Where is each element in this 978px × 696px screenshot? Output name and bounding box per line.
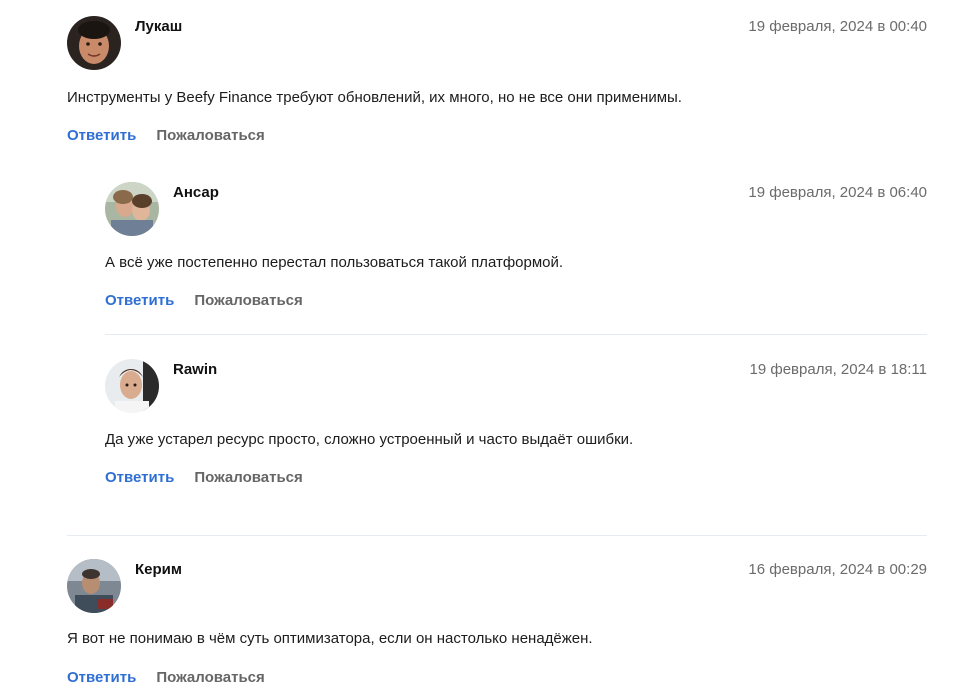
reply-button[interactable]: Ответить <box>67 669 136 686</box>
comment-item: Керим 16 февраля, 2024 в 00:29 Я вот не … <box>67 559 927 696</box>
report-button[interactable]: Пожаловаться <box>156 127 264 144</box>
report-button[interactable]: Пожаловаться <box>194 292 302 309</box>
comment-actions: Ответить Пожаловаться <box>67 669 265 686</box>
reply-button[interactable]: Ответить <box>67 127 136 144</box>
reply-button[interactable]: Ответить <box>105 292 174 309</box>
comment-author[interactable]: Лукаш <box>135 18 182 35</box>
comment-author[interactable]: Ансар <box>173 184 219 201</box>
comment-date: 19 февраля, 2024 в 18:11 <box>749 361 928 378</box>
comment-date: 19 февраля, 2024 в 00:40 <box>748 18 927 35</box>
avatar[interactable] <box>105 359 159 413</box>
comment-date: 16 февраля, 2024 в 00:29 <box>748 561 927 578</box>
report-button[interactable]: Пожаловаться <box>194 469 302 486</box>
comment-author[interactable]: Rawin <box>173 361 217 378</box>
reply-button[interactable]: Ответить <box>105 469 174 486</box>
comment-item: Лукаш 19 февраля, 2024 в 00:40 Инструмен… <box>67 16 927 156</box>
comment-text: А всё уже постепенно перестал пользовать… <box>105 254 564 271</box>
comment-author[interactable]: Керим <box>135 561 182 578</box>
avatar-image <box>105 359 159 413</box>
divider <box>105 334 927 335</box>
comment-actions: Ответить Пожаловаться <box>67 127 265 144</box>
avatar[interactable] <box>67 559 121 613</box>
comment-actions: Ответить Пожаловаться <box>105 292 303 309</box>
divider <box>67 535 927 536</box>
comment-date: 19 февраля, 2024 в 06:40 <box>748 184 927 201</box>
comment-item: Ансар 19 февраля, 2024 в 06:40 А всё уже… <box>105 182 927 322</box>
avatar[interactable] <box>105 182 159 236</box>
comment-item: Rawin 19 февраля, 2024 в 18:11 Да уже ус… <box>105 359 927 499</box>
comment-text: Я вот не понимаю в чём суть оптимизатора… <box>67 630 593 647</box>
report-button[interactable]: Пожаловаться <box>156 669 264 686</box>
comment-text: Да уже устарел ресурс просто, сложно уст… <box>105 431 634 448</box>
comment-text: Инструменты у Beefy Finance требуют обно… <box>67 89 682 106</box>
comment-actions: Ответить Пожаловаться <box>105 469 303 486</box>
avatar-image <box>67 16 121 70</box>
avatar[interactable] <box>67 16 121 70</box>
avatar-image <box>105 182 159 236</box>
avatar-image <box>67 559 121 613</box>
